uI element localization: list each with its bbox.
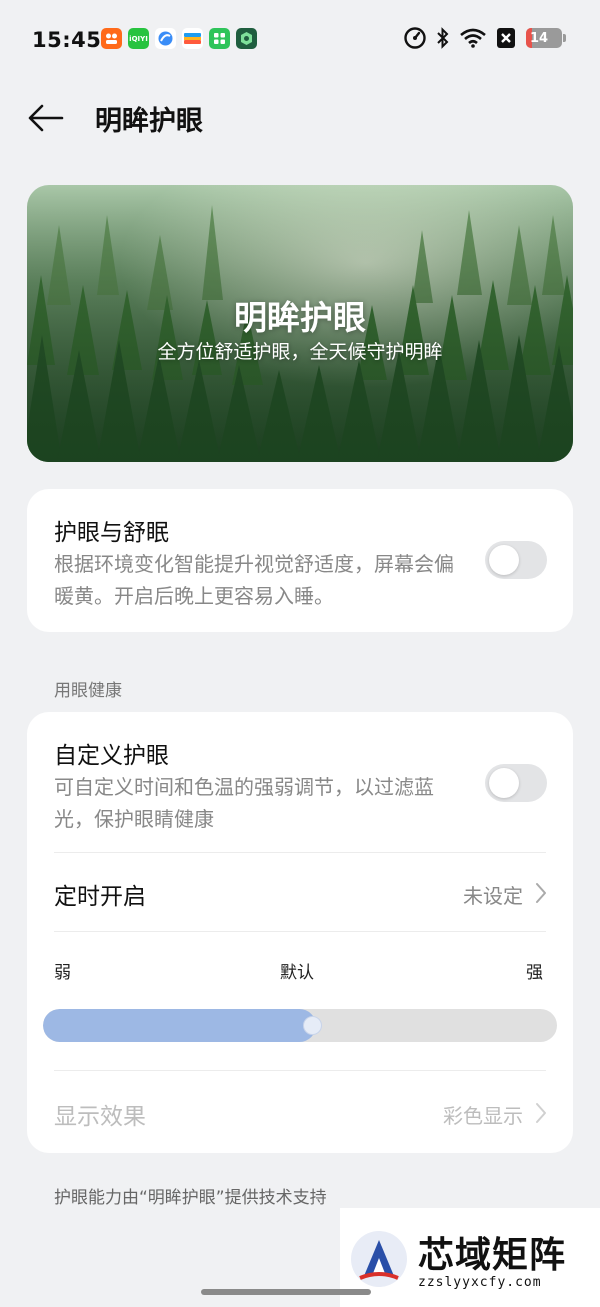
divider bbox=[54, 852, 546, 853]
footer-note: 护眼能力由“明眸护眼”提供技术支持 bbox=[54, 1188, 327, 1208]
app-store-icon bbox=[209, 28, 230, 49]
intensity-slider[interactable] bbox=[43, 1009, 557, 1042]
page-title: 明眸护眼 bbox=[95, 106, 203, 137]
data-saver-icon bbox=[404, 27, 426, 49]
display-effect-title: 显示效果 bbox=[54, 1104, 146, 1130]
schedule-value: 未设定 bbox=[463, 884, 523, 908]
browser-icon bbox=[155, 28, 176, 49]
battery-indicator: 14 bbox=[526, 28, 566, 48]
eye-health-card: 自定义护眼 可自定义时间和色温的强弱调节，以过滤蓝光，保护眼睛健康 定时开启 未… bbox=[27, 712, 573, 1153]
eye-sleep-title: 护眼与舒眠 bbox=[54, 520, 169, 546]
status-time: 15:45 bbox=[32, 28, 102, 52]
hero-banner: 明眸护眼 全方位舒适护眼，全天候守护明眸 bbox=[27, 185, 573, 462]
system-status-icons: 14 bbox=[404, 27, 566, 49]
eye-sleep-card: 护眼与舒眠 根据环境变化智能提升视觉舒适度，屏幕会偏暖黄。开启后晚上更容易入睡。 bbox=[27, 489, 573, 632]
toggle-knob bbox=[489, 768, 519, 798]
intensity-weak-label: 弱 bbox=[54, 963, 71, 983]
watermark: 芯域矩阵 zzslyyxcfy.com bbox=[340, 1208, 600, 1307]
app-header: 明眸护眼 bbox=[0, 88, 600, 148]
security-icon bbox=[236, 28, 257, 49]
intensity-default-label: 默认 bbox=[280, 963, 314, 983]
back-button[interactable] bbox=[26, 98, 66, 138]
iqiyi-icon: iQIYI bbox=[128, 28, 149, 49]
taobao-icon bbox=[101, 28, 122, 49]
back-arrow-icon bbox=[28, 104, 64, 132]
bluetooth-icon bbox=[437, 27, 449, 49]
banner-subtitle: 全方位舒适护眼，全天候守护明眸 bbox=[157, 341, 443, 363]
chevron-right-icon bbox=[536, 1103, 546, 1123]
eye-sleep-description: 根据环境变化智能提升视觉舒适度，屏幕会偏暖黄。开启后晚上更容易入睡。 bbox=[54, 552, 454, 608]
banner-title: 明眸护眼 bbox=[234, 298, 366, 337]
divider bbox=[54, 931, 546, 932]
divider bbox=[54, 1070, 546, 1071]
battery-level: 14 bbox=[530, 30, 549, 46]
intensity-slider-thumb[interactable] bbox=[303, 1016, 322, 1035]
display-effect-value: 彩色显示 bbox=[443, 1104, 523, 1128]
home-indicator[interactable] bbox=[201, 1289, 371, 1295]
intensity-slider-fill bbox=[43, 1009, 316, 1042]
no-sim-icon bbox=[497, 28, 515, 48]
custom-eye-title: 自定义护眼 bbox=[54, 743, 169, 769]
watermark-url: zzslyyxcfy.com bbox=[418, 1275, 542, 1290]
status-bar: 15:45 iQIYI 14 bbox=[0, 0, 600, 80]
wifi-icon bbox=[460, 28, 486, 48]
wallet-icon bbox=[182, 28, 203, 49]
intensity-strong-label: 强 bbox=[526, 963, 543, 983]
watermark-logo-icon bbox=[351, 1231, 407, 1287]
chevron-right-icon bbox=[536, 883, 546, 903]
eye-sleep-toggle[interactable] bbox=[485, 541, 547, 579]
schedule-title: 定时开启 bbox=[54, 884, 146, 910]
toggle-knob bbox=[489, 545, 519, 575]
custom-eye-toggle[interactable] bbox=[485, 764, 547, 802]
watermark-name: 芯域矩阵 bbox=[418, 1235, 567, 1276]
custom-eye-description: 可自定义时间和色温的强弱调节，以过滤蓝光，保护眼睛健康 bbox=[54, 775, 434, 831]
notification-icons: iQIYI bbox=[101, 28, 257, 49]
section-label-eye-health: 用眼健康 bbox=[54, 681, 122, 701]
